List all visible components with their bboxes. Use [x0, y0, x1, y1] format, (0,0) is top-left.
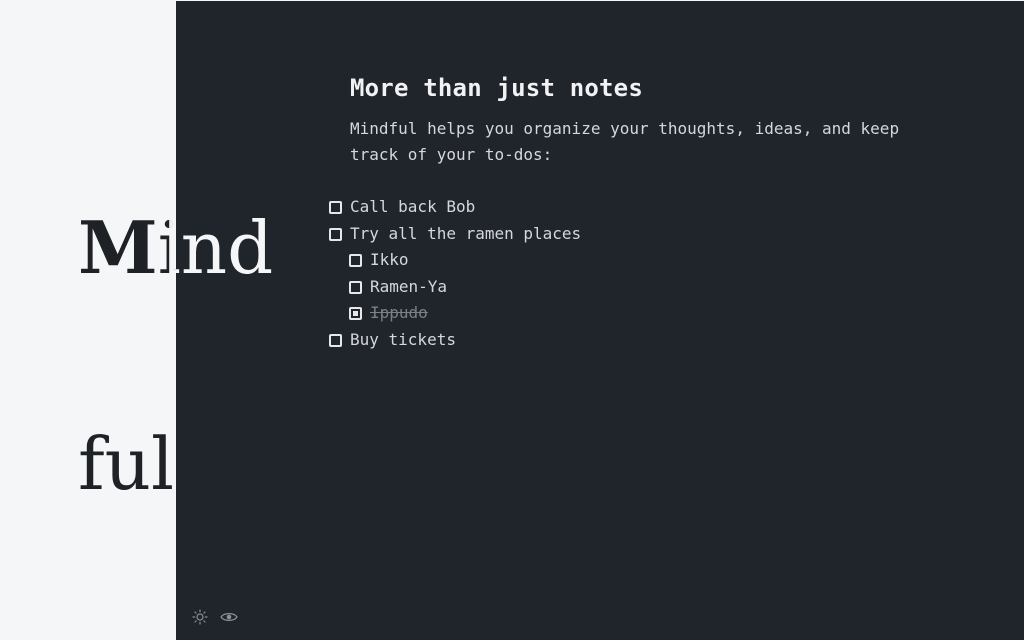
todo-label: Buy tickets: [350, 329, 456, 349]
eye-icon[interactable]: [220, 609, 238, 625]
checkbox[interactable]: [349, 254, 362, 267]
todo-subitem-checked: Ippudo: [349, 300, 970, 327]
todo-item: Call back Bob: [329, 194, 970, 221]
todo-item: Buy tickets: [329, 327, 970, 354]
todo-label: Ramen-Ya: [370, 276, 448, 296]
todo-label: Try all the ramen places: [350, 223, 582, 243]
todo-label: Ippudo: [370, 303, 428, 322]
todo-item: Try all the ramen places Ikko Ramen-Ya I…: [329, 221, 970, 327]
sun-icon[interactable]: [192, 609, 208, 625]
todo-list: Call back Bob Try all the ramen places I…: [329, 194, 970, 354]
todo-subitem: Ikko: [349, 247, 970, 274]
logo-letter-i: ii: [157, 206, 181, 290]
checkbox[interactable]: [349, 280, 362, 294]
todo-subitem: Ramen-Ya: [349, 274, 970, 301]
note-content[interactable]: More than just notes Mindful helps you o…: [329, 72, 970, 354]
logo-line-1: Mi i nd: [78, 205, 274, 290]
note-heading: More than just notes: [350, 74, 643, 102]
app-window: Mi i nd ful More than just notes Mindful h…: [0, 0, 1024, 640]
logo-line-2: ful: [78, 422, 175, 506]
checkbox-checked[interactable]: [349, 307, 362, 320]
logo: Mi i nd ful: [78, 68, 273, 640]
logo-letters-nd: nd: [180, 206, 274, 290]
checkbox[interactable]: [329, 201, 342, 214]
note-intro: Mindful helps you organize your thoughts…: [350, 119, 900, 164]
todo-label: Ikko: [370, 250, 409, 269]
logo-letter-m: M: [78, 205, 158, 290]
footer-toolbar: [192, 609, 238, 625]
todo-label: Call back Bob: [350, 197, 476, 216]
checkbox[interactable]: [329, 227, 342, 241]
todo-sublist: Ikko Ramen-Ya Ippudo: [349, 247, 970, 327]
checkbox[interactable]: [329, 333, 342, 347]
